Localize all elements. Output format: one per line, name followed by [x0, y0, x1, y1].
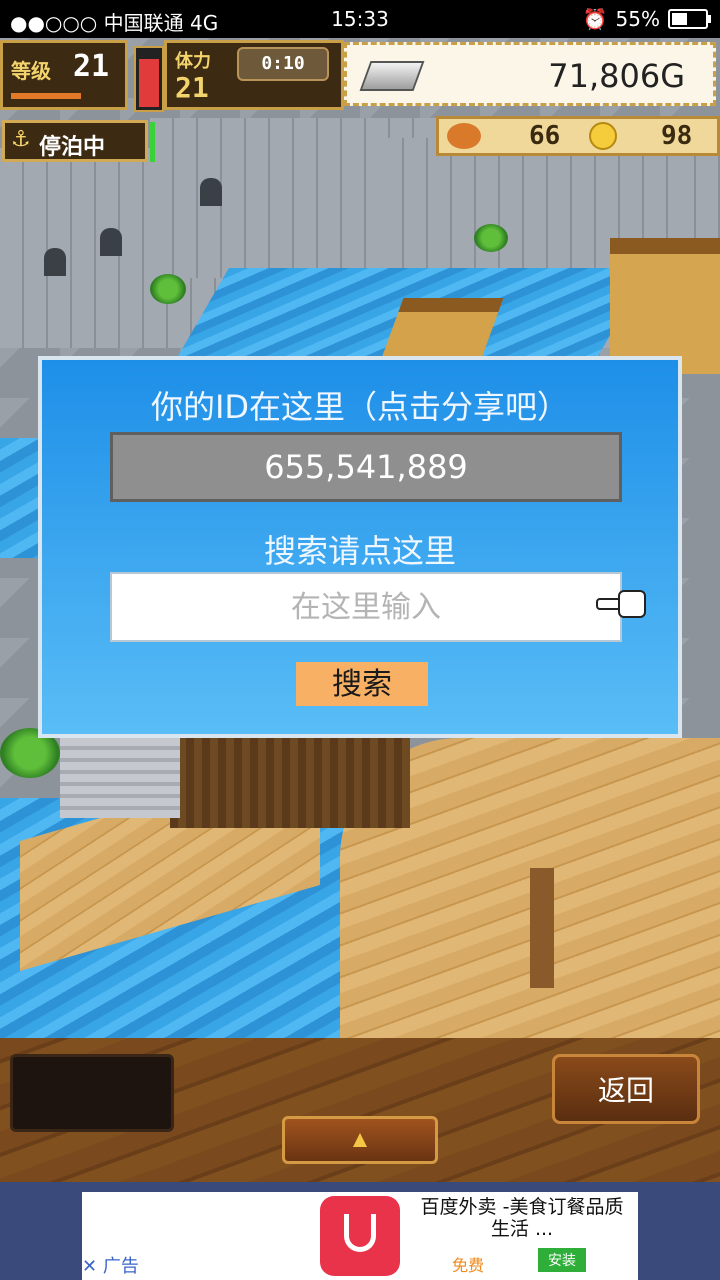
level-label: 等级 — [11, 59, 51, 83]
player-id-box[interactable]: 655,541,889 — [110, 432, 622, 502]
battery-percent: 55% — [615, 7, 660, 31]
stamina-timer: 0:10 — [237, 47, 329, 81]
back-button[interactable]: 返回 — [552, 1054, 700, 1124]
empty-slot — [10, 1054, 174, 1132]
ad-card[interactable]: 百度外卖 -美食订餐品质生活 ... 免费 安装 — [82, 1192, 638, 1280]
install-button[interactable]: 安装 — [538, 1248, 586, 1272]
app-logo-icon — [320, 1196, 400, 1276]
search-button[interactable]: 搜索 — [296, 662, 428, 706]
status-bar: ●●○○○ 中国联通 4G 15:33 ⏰ 55% — [0, 0, 720, 38]
food-icon — [447, 123, 481, 149]
ad-price: 免费 — [452, 1256, 485, 1275]
anchor-icon: ⚓ — [11, 127, 31, 152]
docked-status: ⚓ 停泊中 — [2, 120, 148, 162]
gold-amount: 71,806G — [548, 57, 685, 95]
docked-indicator — [150, 122, 155, 162]
coin-value: 98 — [661, 121, 693, 151]
alarm-icon: ⏰ — [582, 7, 608, 31]
battery-icon — [668, 9, 711, 29]
pointing-hand-icon — [596, 588, 646, 618]
food-value: 66 — [529, 121, 561, 151]
expand-menu-button[interactable]: ▲ — [282, 1116, 438, 1164]
status-right: ⏰ 55% — [582, 7, 711, 31]
level-value: 21 — [73, 49, 110, 84]
level-panel: 等级 21 — [0, 40, 128, 110]
ad-app-title: 百度外卖 -美食订餐品质生活 ... — [420, 1196, 624, 1240]
bottom-bar: 返回 ▲ — [0, 1038, 720, 1182]
ad-label-box: ✕ 广告 — [82, 1254, 152, 1280]
stamina-label: 体力 — [175, 51, 211, 72]
search-input[interactable] — [110, 572, 622, 642]
gold-panel: 71,806G — [344, 42, 716, 106]
search-dialog: 你的ID在这里（点击分享吧） 655,541,889 搜索请点这里 搜索 — [38, 356, 682, 738]
stamina-value: 21 — [175, 71, 209, 104]
gold-bar-icon — [359, 61, 425, 91]
level-exp-bar — [11, 93, 81, 99]
stamina-panel: 体力 21 0:10 — [164, 40, 344, 110]
docked-label: 停泊中 — [39, 135, 106, 160]
ad-label: 广告 — [102, 1256, 139, 1277]
stamina-gauge — [134, 46, 164, 112]
resource-panel: 66 98 — [436, 116, 720, 156]
ad-close-icon[interactable]: ✕ — [82, 1256, 97, 1277]
ad-banner[interactable]: 百度外卖 -美食订餐品质生活 ... 免费 安装 ✕ 广告 — [0, 1182, 720, 1280]
search-label: 搜索请点这里 — [263, 532, 456, 570]
coin-icon — [589, 122, 617, 150]
dialog-title[interactable]: 你的ID在这里（点击分享吧） — [42, 382, 678, 428]
